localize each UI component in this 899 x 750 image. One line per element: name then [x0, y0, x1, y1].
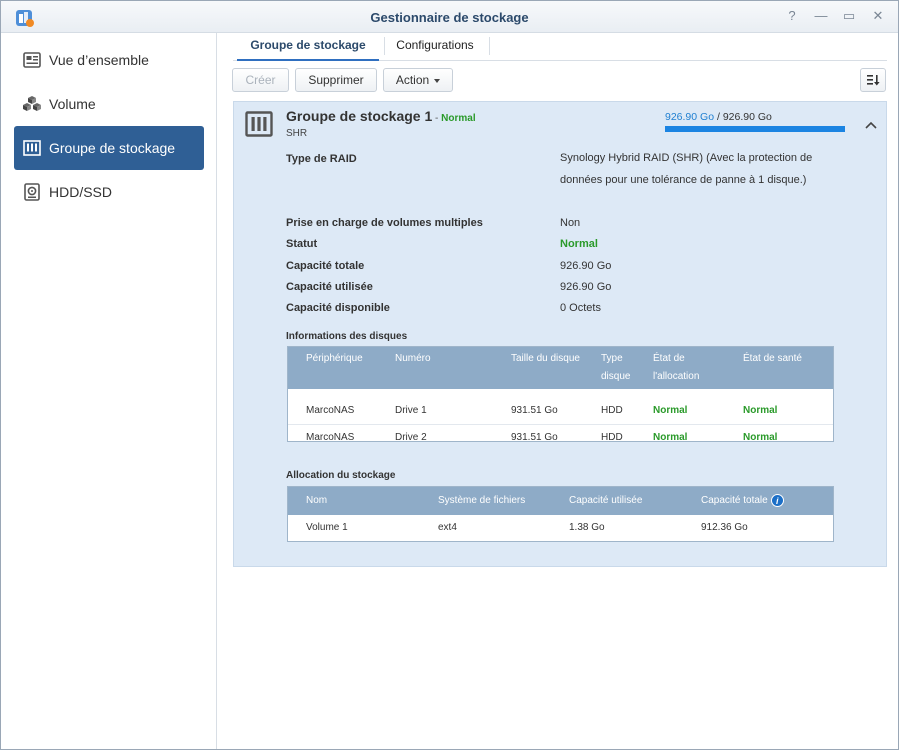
cell-filesystem: ext4 [438, 522, 457, 533]
cell-allocation-status: Normal [653, 405, 688, 416]
prop-value-status: Normal [560, 238, 598, 250]
prop-label-status: Statut [286, 238, 318, 250]
column-header-label: Capacité totale [701, 495, 768, 506]
prop-label-available-capacity: Capacité disponible [286, 302, 390, 314]
cell-total-capacity: 912.36 Go [701, 522, 748, 533]
column-header[interactable]: Taille du disque [511, 350, 580, 368]
pool-usage-bar [665, 126, 845, 132]
pool-title-separator: - [432, 113, 442, 124]
pool-usage-total: 926.90 Go [722, 111, 772, 123]
sidebar-item-label: Groupe de stockage [49, 140, 176, 156]
prop-label-used-capacity: Capacité utilisée [286, 281, 373, 293]
column-header-total[interactable]: Capacité totale i [701, 492, 784, 510]
help-button[interactable]: ? [784, 8, 800, 24]
prop-label-total-capacity: Capacité totale [286, 260, 365, 272]
sidebar-item-volume[interactable]: Volume [14, 82, 204, 126]
tab-bar: Groupe de stockage Configurations [233, 33, 887, 61]
cell-allocation-status: Normal [653, 432, 688, 443]
cell-size: 931.51 Go [511, 432, 558, 443]
column-header[interactable]: Capacité utilisée [569, 492, 642, 510]
column-header[interactable]: Système de fichiers [438, 492, 525, 510]
sidebar-item-label: Vue d’ensemble [49, 52, 149, 68]
storage-pool-icon [22, 138, 42, 158]
cell-disk-type: HDD [601, 405, 623, 416]
cell-number: Drive 2 [395, 432, 427, 443]
disk-info-title: Informations des disques [286, 331, 408, 342]
column-header[interactable]: État de l'allocation [653, 350, 699, 386]
cell-health-status: Normal [743, 405, 778, 416]
prop-value-available-capacity: 0 Octets [560, 302, 601, 314]
grid-spacer [288, 389, 833, 398]
cell-name: Volume 1 [306, 522, 348, 533]
sidebar: Vue d’ensemble Volume Groupe de stockage… [1, 33, 217, 749]
prop-value-raid-type: Synology Hybrid RAID (SHR) (Avec la prot… [560, 152, 813, 186]
storage-pool-icon [245, 111, 273, 137]
prop-value-total-capacity: 926.90 Go [560, 260, 612, 272]
chevron-down-icon [434, 78, 441, 83]
storage-manager-window: Gestionnaire de stockage ? — ▭ ✕ Vue d’e… [0, 0, 899, 750]
delete-button[interactable]: Supprimer [295, 68, 377, 92]
hdd-icon [22, 182, 42, 202]
action-dropdown-button[interactable]: Action [383, 68, 453, 92]
sidebar-item-storage-pool[interactable]: Groupe de stockage [14, 126, 204, 170]
title-bar: Gestionnaire de stockage ? — ▭ ✕ [1, 1, 898, 33]
pool-usage-used: 926.90 Go [665, 111, 715, 123]
sort-button[interactable] [860, 68, 886, 92]
action-label: Action [395, 73, 430, 87]
tab-configurations[interactable]: Configurations [389, 33, 481, 61]
table-row[interactable]: MarcoNAS Drive 2 931.51 Go HDD Normal No… [288, 424, 833, 450]
maximize-button[interactable]: ▭ [841, 8, 857, 24]
prop-value-multi-volume: Non [560, 217, 581, 229]
tab-divider [384, 37, 385, 55]
pool-usage-text: 926.90 Go / 926.90 Go [665, 111, 772, 123]
cell-used-capacity: 1.38 Go [569, 522, 605, 533]
cell-disk-type: HDD [601, 432, 623, 443]
storage-allocation-grid: Nom Système de fichiers Capacité utilisé… [287, 486, 834, 542]
sidebar-item-overview[interactable]: Vue d’ensemble [14, 38, 204, 82]
minimize-button[interactable]: — [813, 8, 829, 24]
overview-icon [22, 50, 42, 70]
sidebar-item-label: HDD/SSD [49, 184, 113, 200]
disk-info-grid: Périphérique Numéro Taille du disque Typ… [287, 346, 834, 443]
sidebar-item-label: Volume [49, 96, 96, 112]
cell-number: Drive 1 [395, 405, 427, 416]
volume-cubes-icon [22, 94, 42, 114]
column-header[interactable]: État de santé [743, 350, 802, 368]
pool-title: Groupe de stockage 1 [286, 108, 433, 124]
column-header[interactable]: Type disque [601, 350, 630, 386]
column-header[interactable]: Périphérique [306, 350, 363, 368]
pool-usage-fill [665, 126, 845, 132]
table-row[interactable]: MarcoNAS Drive 1 931.51 Go HDD Normal No… [288, 398, 833, 424]
prop-value-used-capacity: 926.90 Go [560, 281, 612, 293]
storage-allocation-title: Allocation du stockage [286, 470, 396, 481]
sort-icon [867, 75, 880, 86]
close-button[interactable]: ✕ [870, 8, 886, 24]
tab-divider [489, 37, 490, 55]
grid-header: Nom Système de fichiers Capacité utilisé… [288, 487, 833, 515]
pool-usage-separator: / [714, 111, 723, 123]
storage-pool-panel: Groupe de stockage 1 - Normal SHR 926.90… [233, 101, 887, 567]
table-row[interactable]: Volume 1 ext4 1.38 Go 912.36 Go [288, 515, 833, 541]
column-header[interactable]: Numéro [395, 350, 431, 368]
pool-status-badge: Normal [441, 113, 476, 124]
create-button[interactable]: Créer [232, 68, 289, 92]
prop-label-raid-type: Type de RAID [286, 153, 357, 165]
sidebar-item-hdd-ssd[interactable]: HDD/SSD [14, 170, 204, 214]
prop-label-multi-volume: Prise en charge de volumes multiples [286, 217, 483, 229]
info-icon[interactable]: i [770, 493, 784, 507]
column-header[interactable]: Nom [306, 492, 327, 510]
grid-header: Périphérique Numéro Taille du disque Typ… [288, 347, 833, 389]
window-title: Gestionnaire de stockage [370, 10, 529, 25]
cell-device: MarcoNAS [306, 405, 355, 416]
cell-device: MarcoNAS [306, 432, 355, 443]
cell-health-status: Normal [743, 432, 778, 443]
chevron-up-icon[interactable] [864, 119, 878, 131]
tab-storage-pool[interactable]: Groupe de stockage [237, 33, 379, 61]
pool-raid-type: SHR [286, 128, 308, 139]
pool-title-line: Groupe de stockage 1 - Normal [286, 108, 476, 124]
cell-size: 931.51 Go [511, 405, 558, 416]
